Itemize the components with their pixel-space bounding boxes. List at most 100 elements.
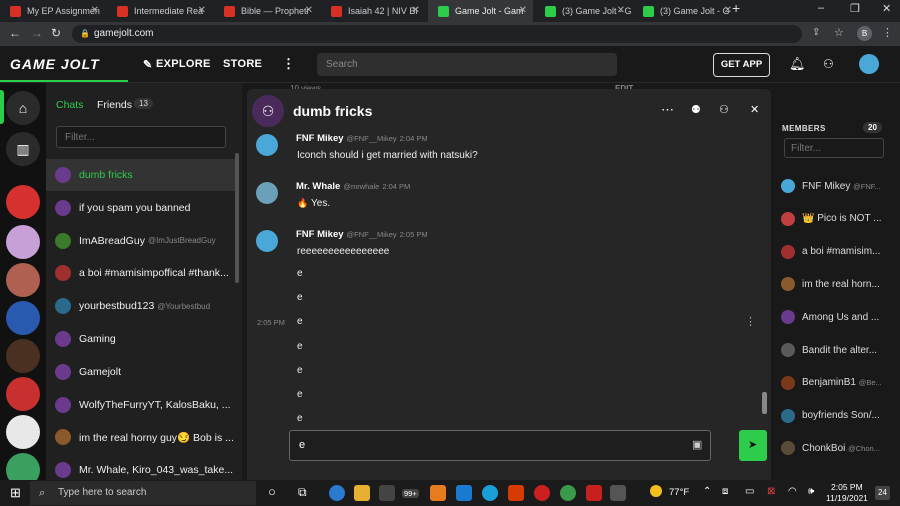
member-item[interactable]: boyfriends Son/...	[781, 406, 899, 426]
add-member-icon[interactable]: ⚉	[691, 103, 701, 116]
members-filter-input[interactable]	[784, 138, 884, 158]
taskbar-search-input[interactable]: ⌕ Type here to search	[30, 481, 256, 505]
clock-time[interactable]: 2:05 PM	[831, 482, 863, 492]
edge-icon[interactable]	[329, 485, 345, 501]
store-link[interactable]: STORE	[223, 58, 262, 70]
close-tab-icon[interactable]: ✕	[305, 5, 313, 16]
community-icon[interactable]	[6, 339, 40, 373]
gamejolt-logo[interactable]: GAME JOLT	[10, 56, 100, 72]
member-item[interactable]: 👑 Pico is NOT ...	[781, 209, 899, 229]
tray-chevron-icon[interactable]: ⌃	[703, 486, 711, 497]
back-icon[interactable]: ←	[9, 26, 21, 40]
close-tab-icon[interactable]: ✕	[724, 5, 732, 16]
tab-friends[interactable]: Friends	[97, 99, 132, 111]
close-chat-icon[interactable]: ✕	[750, 103, 759, 116]
member-item[interactable]: Among Us and ...	[781, 307, 899, 327]
task-view-icon[interactable]: ⧉	[298, 485, 307, 500]
tray-icon[interactable]: ⊠	[767, 486, 775, 497]
browser-tab[interactable]: Intermediate Rea ✕	[107, 0, 212, 22]
share-icon[interactable]: ⇪	[812, 27, 820, 38]
store-icon[interactable]	[379, 485, 395, 501]
forward-icon[interactable]: →	[31, 26, 43, 40]
message-options-icon[interactable]: ⋮	[745, 315, 756, 328]
browser-tab[interactable]: Game Jolt - Gam ✕	[428, 0, 533, 22]
browser-tab[interactable]: Bible — Propheti ✕	[214, 0, 319, 22]
user-avatar[interactable]	[859, 54, 879, 74]
tab-chats[interactable]: Chats	[56, 99, 83, 111]
more-options-icon[interactable]: ⋯	[661, 102, 674, 118]
message-avatar[interactable]	[256, 134, 278, 156]
explore-link[interactable]: EXPLORE	[156, 58, 211, 70]
close-tab-icon[interactable]: ✕	[519, 5, 527, 16]
member-item[interactable]: im the real horn...	[781, 274, 899, 294]
new-tab-button[interactable]: +	[732, 0, 740, 16]
home-icon[interactable]: ⌂	[6, 91, 40, 125]
file-explorer-icon[interactable]	[354, 485, 370, 501]
close-tab-icon[interactable]: ✕	[198, 5, 206, 16]
image-upload-icon[interactable]: ▣	[692, 431, 702, 460]
chrome-active-icon[interactable]	[610, 485, 626, 501]
windows-start-icon[interactable]: ⊞	[10, 485, 21, 501]
chat-list-scrollbar[interactable]	[235, 153, 239, 283]
message-author[interactable]: Mr. Whale @mrwhale 2:04 PM	[296, 181, 410, 192]
community-icon[interactable]	[6, 377, 40, 411]
message-composer[interactable]: e ▣	[289, 430, 711, 461]
app-icon[interactable]	[456, 485, 472, 501]
community-icon[interactable]	[6, 225, 40, 259]
member-item[interactable]: ChonkBoi @Chon...	[781, 438, 899, 458]
send-button[interactable]: ➤	[739, 430, 767, 461]
chat-list-item[interactable]: dumb fricks	[46, 159, 236, 191]
opera-icon[interactable]	[534, 485, 550, 501]
close-tab-icon[interactable]: ✕	[412, 5, 420, 16]
chat-list-item[interactable]: yourbestbud123 @Yourbestbud	[46, 290, 236, 322]
browser-tab[interactable]: (3) Game Jolt - G ✕	[633, 0, 738, 22]
chat-list-item[interactable]: WolfyTheFurryYT, KalosBaku, ...	[46, 389, 236, 421]
community-icon[interactable]	[6, 415, 40, 449]
browser-tab[interactable]: Isaiah 42 | NIV Bi ✕	[321, 0, 426, 22]
volume-icon[interactable]: 🕪︎	[808, 486, 814, 497]
chat-list-item[interactable]: im the real horny guy😏 Bob is ...	[46, 421, 236, 453]
minimize-icon[interactable]: –	[818, 2, 824, 14]
tray-icon[interactable]: ▭	[745, 486, 754, 497]
community-icon[interactable]	[6, 301, 40, 335]
community-icon[interactable]	[6, 185, 40, 219]
close-tab-icon[interactable]: ✕	[91, 5, 99, 16]
wifi-icon[interactable]: ◠	[788, 486, 797, 497]
reload-icon[interactable]: ↻	[51, 26, 61, 40]
message-avatar[interactable]	[256, 182, 278, 204]
app-icon[interactable]	[482, 485, 498, 501]
chat-list-item[interactable]: a boi #mamisimpoffical #thank...	[46, 257, 236, 289]
office-icon[interactable]	[508, 485, 524, 501]
member-item[interactable]: FNF Mikey @FNF...	[781, 176, 899, 196]
member-item[interactable]: a boi #mamisim...	[781, 242, 899, 262]
cortana-icon[interactable]: ○	[268, 484, 276, 499]
close-window-icon[interactable]: ✕	[882, 2, 891, 15]
message-avatar[interactable]	[256, 230, 278, 252]
chat-filter-input[interactable]	[56, 126, 226, 148]
weather-temp[interactable]: 77°F	[669, 487, 689, 498]
clock-date[interactable]: 11/19/2021	[826, 493, 868, 503]
chat-list-item[interactable]: Gamejolt	[46, 356, 236, 388]
member-item[interactable]: Bandit the alter...	[781, 340, 899, 360]
bookmark-star-icon[interactable]: ☆	[834, 26, 844, 39]
message-author[interactable]: FNF Mikey @FNF__Mikey 2:05 PM	[296, 229, 428, 240]
members-icon[interactable]: ⚇	[719, 103, 729, 116]
chrome-icon[interactable]	[560, 485, 576, 501]
url-field[interactable]: 🔒 gamejolt.com	[72, 25, 802, 43]
profile-avatar[interactable]: B	[857, 26, 872, 41]
chat-list-item[interactable]: if you spam you banned	[46, 192, 236, 224]
more-menu-icon[interactable]: ⋮	[282, 56, 295, 72]
notifications-badge[interactable]: 24	[875, 486, 890, 500]
browser-tab[interactable]: (3) Game Jolt - G ✕	[535, 0, 631, 22]
get-app-button[interactable]: GET APP	[713, 53, 770, 77]
site-search-input[interactable]: Search	[317, 53, 617, 76]
chat-list-item[interactable]: Gaming	[46, 323, 236, 355]
chat-list-item[interactable]: ImABreadGuy @ImJustBreadGuy	[46, 225, 236, 257]
tray-icon[interactable]: ⧈	[722, 486, 728, 497]
close-tab-icon[interactable]: ✕	[617, 5, 625, 16]
message-author[interactable]: FNF Mikey @FNF__Mikey 2:04 PM	[296, 133, 428, 144]
menu-dots-icon[interactable]: ⋮	[882, 26, 893, 39]
notification-bell-icon[interactable]: 🔔︎	[789, 56, 806, 72]
app-icon[interactable]	[430, 485, 446, 501]
message-scrollbar[interactable]	[762, 392, 767, 414]
